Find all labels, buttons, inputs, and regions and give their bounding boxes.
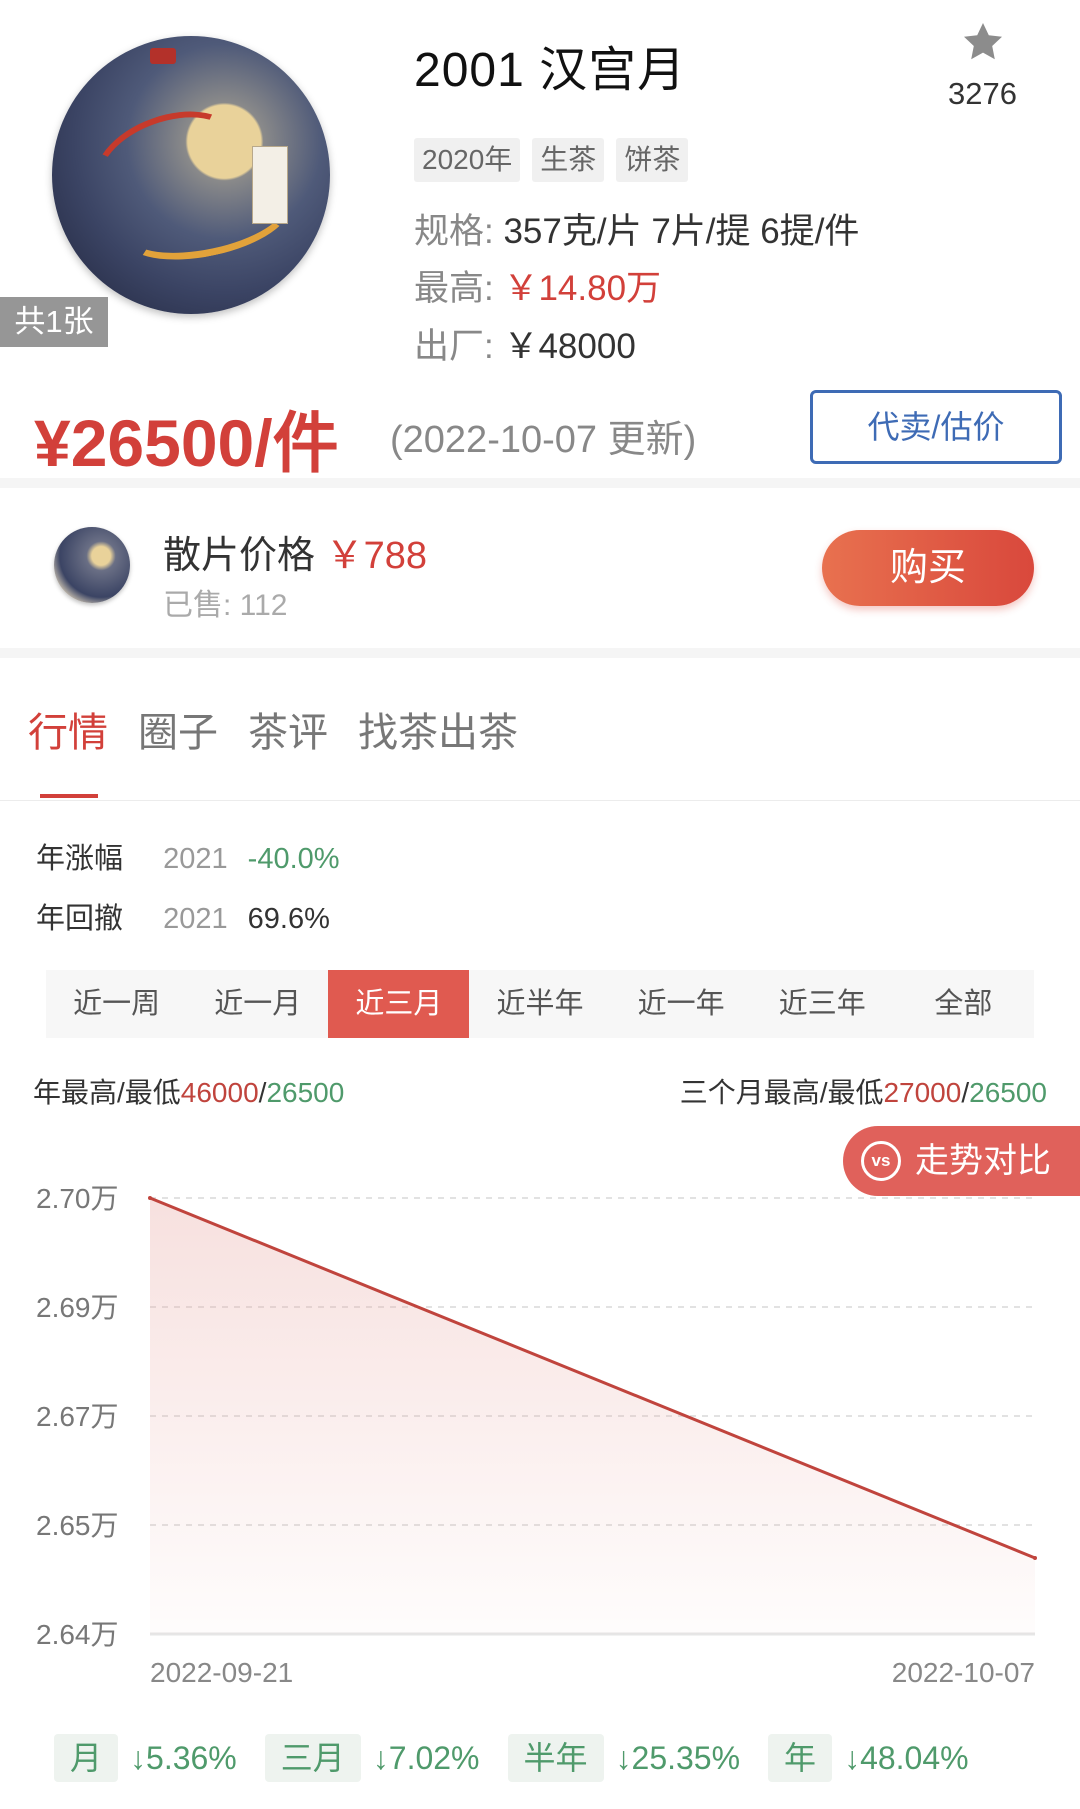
product-image[interactable]: 共1张 bbox=[0, 0, 370, 350]
year-high: 46000 bbox=[180, 1077, 259, 1108]
highest-value: ￥14.80万 bbox=[503, 269, 662, 308]
buy-button[interactable]: 购买 bbox=[822, 530, 1034, 606]
update-time: (2022-10-07 更新) bbox=[390, 419, 697, 461]
price-area bbox=[150, 1198, 1035, 1634]
tag-type: 生茶 bbox=[532, 138, 605, 182]
period-week[interactable]: 近一周 bbox=[46, 970, 187, 1038]
spec-key: 规格: bbox=[414, 212, 494, 251]
yearly-change-row: 年涨幅 2021 -40.0% bbox=[36, 835, 340, 877]
current-price: ¥26500/件 bbox=[34, 406, 339, 480]
three-month-low: 26500 bbox=[969, 1077, 1047, 1108]
y-tick-label: 2.65万 bbox=[36, 1510, 119, 1541]
year-low: 26500 bbox=[266, 1077, 345, 1108]
consign-estimate-button[interactable]: 代卖/估价 bbox=[810, 390, 1062, 464]
year-range: 年最高/最低46000/26500 bbox=[33, 1077, 345, 1108]
content-tabs: 行情 圈子 茶评 找茶出茶 bbox=[28, 700, 518, 758]
loose-price: ￥788 bbox=[325, 535, 427, 577]
tab-divider bbox=[0, 800, 1080, 801]
three-month-high: 27000 bbox=[883, 1077, 962, 1108]
price-row: ¥26500/件 (2022-10-07 更新) 代卖/估价 bbox=[34, 390, 1062, 480]
period-month[interactable]: 近一月 bbox=[187, 970, 328, 1038]
tab-market[interactable]: 行情 bbox=[28, 700, 108, 758]
tag-shape: 饼茶 bbox=[616, 138, 689, 182]
product-title: 2001 汉宫月 bbox=[414, 44, 687, 97]
section-divider bbox=[0, 478, 1080, 488]
change-label-three-months: 三月 bbox=[264, 1734, 361, 1782]
favorite-button[interactable]: 3276 bbox=[935, 18, 1030, 112]
yearly-change-value: -40.0% bbox=[247, 843, 340, 875]
tab-review[interactable]: 茶评 bbox=[248, 700, 328, 758]
y-tick-label: 2.67万 bbox=[36, 1401, 119, 1432]
active-tab-indicator bbox=[40, 794, 98, 798]
tag-year: 2020年 bbox=[414, 138, 521, 182]
change-label-year: 年 bbox=[768, 1734, 833, 1782]
change-label-month: 月 bbox=[54, 1734, 119, 1782]
period-all[interactable]: 全部 bbox=[893, 970, 1034, 1038]
tea-cake-image bbox=[52, 36, 330, 314]
highest-key: 最高: bbox=[414, 269, 494, 308]
period-half-year[interactable]: 近半年 bbox=[469, 970, 610, 1038]
section-divider bbox=[0, 648, 1080, 658]
price-point bbox=[148, 1196, 152, 1200]
loose-piece-thumbnail bbox=[54, 527, 130, 603]
change-value-year: ↓48.04% bbox=[844, 1739, 969, 1776]
change-value-month: ↓5.36% bbox=[130, 1739, 237, 1776]
period-year[interactable]: 近一年 bbox=[611, 970, 752, 1038]
change-value-three-months: ↓7.02% bbox=[372, 1739, 480, 1776]
loose-price-label: 散片价格 ￥788 bbox=[163, 535, 427, 577]
factory-row: 出厂: ￥48000 bbox=[414, 318, 636, 369]
factory-key: 出厂: bbox=[414, 327, 494, 366]
x-tick-label: 2022-09-21 bbox=[150, 1657, 293, 1688]
three-month-range: 三个月最高/最低27000/26500 bbox=[679, 1077, 1047, 1108]
vs-icon: vs bbox=[861, 1141, 901, 1181]
period-selector: 近一周 近一月 近三月 近半年 近一年 近三年 全部 bbox=[46, 970, 1034, 1038]
y-tick-label: 2.70万 bbox=[36, 1183, 119, 1214]
highest-row: 最高: ￥14.80万 bbox=[414, 260, 661, 311]
period-three-months[interactable]: 近三月 bbox=[328, 970, 470, 1038]
sold-count: 已售: 112 bbox=[163, 589, 288, 622]
tab-circle[interactable]: 圈子 bbox=[138, 700, 218, 758]
spec-row: 规格: 357克/片 7片/提 6提/件 bbox=[414, 203, 859, 254]
yearly-drawdown-value: 69.6% bbox=[247, 903, 330, 935]
favorite-count: 3276 bbox=[948, 76, 1017, 111]
spec-value: 357克/片 7片/提 6提/件 bbox=[503, 212, 860, 251]
price-point bbox=[1033, 1556, 1037, 1560]
yearly-drawdown-year: 2021 bbox=[163, 903, 228, 935]
product-tags: 2020年 生茶 饼茶 bbox=[414, 138, 689, 182]
price-trend-chart: 2.70万 2.69万 2.67万 2.65万 2.64万 2022-09-21 2022-… bbox=[36, 1183, 1037, 1688]
change-value-half-year: ↓25.35% bbox=[615, 1739, 741, 1776]
yearly-drawdown-label: 年回撤 bbox=[36, 903, 124, 935]
tab-find-tea[interactable]: 找茶出茶 bbox=[358, 700, 518, 758]
period-changes: 月 ↓5.36% 三月 ↓7.02% 半年 ↓25.35% 年 ↓48.04% bbox=[54, 1734, 997, 1782]
yearly-change-label: 年涨幅 bbox=[36, 843, 124, 875]
yearly-drawdown-row: 年回撤 2021 69.6% bbox=[36, 895, 330, 937]
trend-compare-button[interactable]: vs 走势对比 bbox=[843, 1126, 1080, 1196]
y-tick-label: 2.69万 bbox=[36, 1292, 119, 1323]
star-icon bbox=[963, 23, 1002, 60]
period-three-years[interactable]: 近三年 bbox=[752, 970, 893, 1038]
change-label-half-year: 半年 bbox=[507, 1734, 604, 1782]
factory-value: ￥48000 bbox=[503, 327, 636, 366]
image-count-badge: 共1张 bbox=[0, 297, 108, 347]
y-tick-label: 2.64万 bbox=[36, 1619, 119, 1650]
yearly-change-year: 2021 bbox=[163, 843, 228, 875]
x-tick-label: 2022-10-07 bbox=[892, 1657, 1035, 1688]
